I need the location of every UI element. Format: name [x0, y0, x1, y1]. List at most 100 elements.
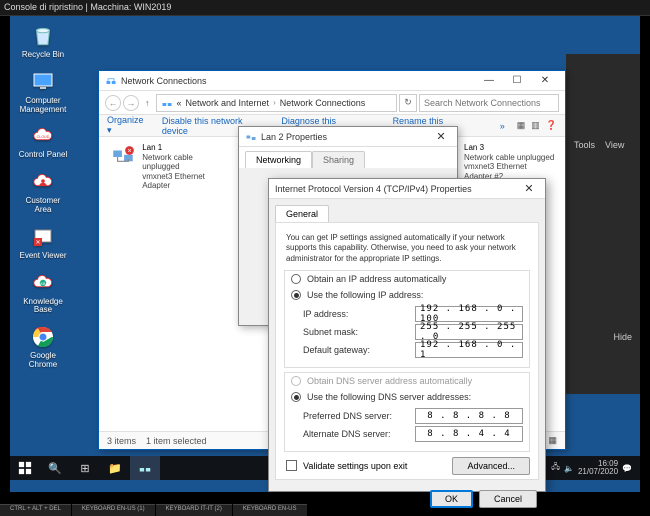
desktop: Recycle Bin Computer Management CLOUD Co…	[10, 16, 640, 492]
cancel-button[interactable]: Cancel	[479, 490, 537, 508]
google-chrome-icon[interactable]: Google Chrome	[18, 323, 68, 370]
up-button[interactable]: ↑	[141, 98, 154, 108]
search-input[interactable]	[419, 94, 559, 112]
close-button[interactable]: ✕	[531, 72, 559, 90]
cloud-kb-icon: KB	[28, 269, 58, 297]
back-button[interactable]: ←	[105, 95, 121, 111]
label: Use the following DNS server addresses:	[307, 392, 471, 402]
dns1-label: Preferred DNS server:	[303, 411, 409, 421]
dns2-label: Alternate DNS server:	[303, 429, 409, 439]
validate-checkbox[interactable]: Validate settings upon exit	[284, 456, 409, 475]
advanced-button[interactable]: Advanced...	[452, 457, 530, 475]
start-button[interactable]	[10, 456, 40, 480]
network-taskbar-icon[interactable]	[130, 456, 160, 480]
view-small-icon[interactable]: ▦	[517, 120, 526, 131]
tray-sound-icon[interactable]: 🔈	[564, 464, 574, 473]
control-panel-icon[interactable]: CLOUD Control Panel	[18, 122, 68, 160]
help-icon[interactable]: ❓	[546, 120, 557, 131]
breadcrumb-bar: ← → ↑ « Network and Internet › Network C…	[99, 91, 565, 115]
forward-button[interactable]: →	[123, 95, 139, 111]
clock-date[interactable]: 21/07/2020	[578, 468, 618, 476]
organize-menu[interactable]: Organize ▾	[107, 115, 150, 136]
svg-text:CLOUD: CLOUD	[37, 135, 50, 139]
desktop-icons-column: Recycle Bin Computer Management CLOUD Co…	[18, 22, 68, 370]
ip-label: IP address:	[303, 309, 409, 319]
mask-label: Subnet mask:	[303, 327, 409, 337]
computer-management-icon[interactable]: Computer Management	[18, 68, 68, 115]
svg-text:✕: ✕	[35, 240, 40, 246]
tabs: Networking Sharing	[239, 147, 457, 168]
radio-dns-manual[interactable]: Use the following DNS server addresses:	[285, 389, 529, 405]
ip-address-group: Obtain an IP address automatically Use t…	[284, 270, 530, 368]
network-icon	[161, 97, 173, 109]
ok-button[interactable]: OK	[430, 490, 473, 508]
radio-ip-auto[interactable]: Obtain an IP address automatically	[285, 271, 529, 287]
close-button[interactable]: ✕	[519, 182, 539, 195]
label: Obtain DNS server address automatically	[307, 376, 472, 386]
lan3-name: Lan 3	[464, 143, 555, 153]
view-label[interactable]: View	[605, 140, 624, 150]
refresh-button[interactable]: ↻	[399, 94, 417, 112]
label: Event Viewer	[20, 252, 67, 261]
recycle-bin-icon[interactable]: Recycle Bin	[18, 22, 68, 60]
dns1-input[interactable]: 8 . 8 . 8 . 8	[415, 408, 523, 424]
vm-side-panel: Tools View Hide	[566, 54, 640, 394]
chevron-right-icon: ›	[273, 98, 276, 107]
window-title: Network Connections	[121, 76, 207, 86]
knowledge-base-icon[interactable]: KB Knowledge Base	[18, 269, 68, 316]
explorer-taskbar-icon[interactable]: 📁	[100, 456, 130, 480]
hide-label[interactable]: Hide	[613, 332, 632, 342]
crumb-1[interactable]: Network and Internet	[186, 98, 270, 108]
chrome-icon	[28, 323, 58, 351]
dns-group: Obtain DNS server address automatically …	[284, 372, 530, 452]
minimize-button[interactable]: —	[475, 72, 503, 90]
customer-area-icon[interactable]: Customer Area	[18, 168, 68, 215]
ip-input[interactable]: 192 . 168 . 0 . 100	[415, 306, 523, 322]
tools-label[interactable]: Tools	[574, 140, 595, 150]
cloud-red-icon: CLOUD	[28, 122, 58, 150]
lan1-status: Network cable unplugged	[142, 153, 232, 172]
lan3-status: Network cable unplugged	[464, 153, 555, 163]
gateway-label: Default gateway:	[303, 345, 409, 355]
adapter-disabled-icon: ✕	[109, 143, 136, 171]
tab-sharing[interactable]: Sharing	[312, 151, 365, 168]
task-view-button[interactable]: ⊞	[70, 456, 100, 480]
event-viewer-icon[interactable]: ✕ Event Viewer	[18, 223, 68, 261]
kbdtab-1[interactable]: KEYBOARD EN-US (1)	[72, 504, 155, 516]
tray-network-icon[interactable]: 🖧	[551, 461, 560, 475]
dialog-titlebar[interactable]: Lan 2 Properties ✕	[239, 127, 457, 147]
tab-general[interactable]: General	[275, 205, 329, 222]
view-large-icon[interactable]: ▥	[531, 120, 540, 131]
address-bar[interactable]: « Network and Internet › Network Connect…	[156, 94, 398, 112]
dns2-input[interactable]: 8 . 8 . 4 . 4	[415, 426, 523, 442]
lan1-name: Lan 1	[142, 143, 232, 153]
label: Validate settings upon exit	[303, 461, 407, 471]
ipv4-properties-dialog: Internet Protocol Version 4 (TCP/IPv4) P…	[268, 178, 546, 492]
radio-dns-auto: Obtain DNS server address automatically	[285, 373, 529, 389]
dialog-title: Internet Protocol Version 4 (TCP/IPv4) P…	[275, 184, 519, 194]
console-title-bar: Console di ripristino | Macchina: WIN201…	[0, 0, 650, 16]
view-mode-icon[interactable]: ▦	[548, 435, 557, 446]
label: Control Panel	[19, 151, 67, 160]
radio-ip-manual[interactable]: Use the following IP address:	[285, 287, 529, 303]
search-button[interactable]: 🔍	[40, 456, 70, 480]
notifications-icon[interactable]: 💬	[622, 464, 632, 473]
dialog-buttons: OK Cancel	[269, 484, 545, 514]
close-button[interactable]: ✕	[431, 130, 451, 143]
dialog-titlebar[interactable]: Internet Protocol Version 4 (TCP/IPv4) P…	[269, 179, 545, 199]
window-titlebar[interactable]: Network Connections — ☐ ✕	[99, 71, 565, 91]
kbdtab-ctrl-alt-del[interactable]: CTRL + ALT + DEL	[0, 504, 71, 516]
info-text: You can get IP settings assigned automat…	[284, 227, 530, 270]
maximize-button[interactable]: ☐	[503, 72, 531, 90]
tab-networking[interactable]: Networking	[245, 151, 312, 168]
lan1-adapter: vmxnet3 Ethernet Adapter	[142, 172, 232, 191]
lan1-item[interactable]: ✕ Lan 1Network cable unpluggedvmxnet3 Et…	[109, 143, 232, 201]
label: Use the following IP address:	[307, 290, 423, 300]
gateway-input[interactable]: 192 . 168 . 0 . 1	[415, 342, 523, 358]
mask-input[interactable]: 255 . 255 . 255 . 0	[415, 324, 523, 340]
crumb-2[interactable]: Network Connections	[280, 98, 366, 108]
svg-text:KB: KB	[41, 281, 46, 285]
event-icon: ✕	[28, 223, 58, 251]
kbdtab-2[interactable]: KEYBOARD IT-IT (2)	[156, 504, 232, 516]
overflow-button[interactable]: »	[500, 121, 505, 131]
